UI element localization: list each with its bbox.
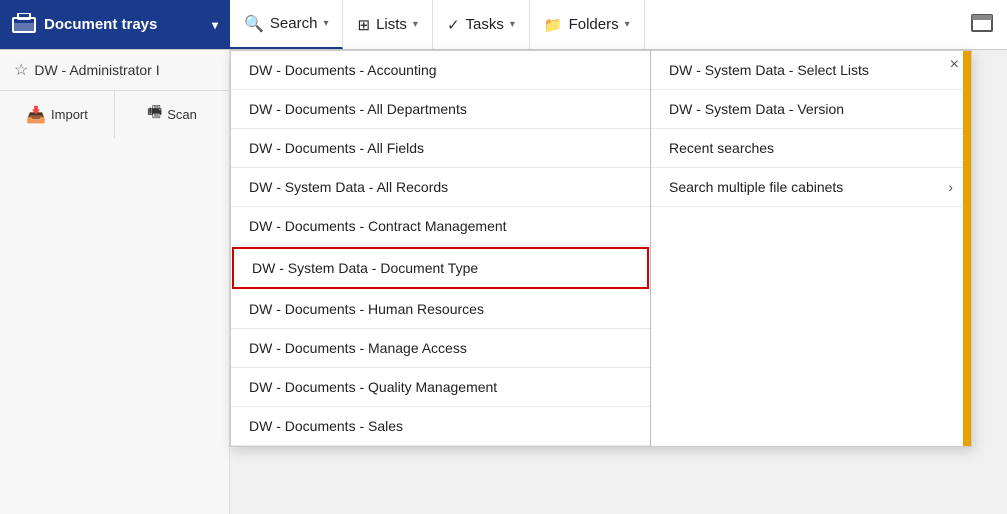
dropdown-item-quality-mgmt[interactable]: DW - Documents - Quality Management [231,368,650,407]
top-navigation: Document trays ▾ 🔍 Search ▾ ⊞ Lists ▾ ✓ … [0,0,1007,50]
tasks-chevron-icon: ▾ [510,19,515,30]
document-trays-label: Document trays [44,16,157,33]
star-icon[interactable]: ☆ [14,60,28,80]
dropdown-item-contract-mgmt[interactable]: DW - Documents - Contract Management [231,207,650,246]
import-icon: 📥 [26,105,46,125]
dropdown-item-all-fields[interactable]: DW - Documents - All Fields [231,129,650,168]
scan-button[interactable]: 🖷 Scan [115,91,229,138]
folders-label: Folders [569,16,619,33]
search-icon: 🔍 [244,14,264,34]
dropdown-item-sales[interactable]: DW - Documents - Sales [231,407,650,446]
dropdown-item-accounting[interactable]: DW - Documents - Accounting [231,51,650,90]
sidebar: ☆ DW - Administrator I 📥 Import 🖷 Scan [0,50,230,514]
lists-icon: ⊞ [357,16,370,34]
lists-label: Lists [376,16,407,33]
dropdown-item-version[interactable]: DW - System Data - Version [651,90,971,129]
search-chevron-icon: ▾ [323,18,328,29]
inbox-icon [12,13,36,37]
window-icon [971,14,993,36]
dropdown-item-all-departments[interactable]: DW - Documents - All Departments [231,90,650,129]
folders-icon: 📁 [544,16,563,34]
import-button[interactable]: 📥 Import [0,91,115,138]
search-dropdown: DW - Documents - Accounting DW - Documen… [230,50,972,447]
document-trays-panel[interactable]: Document trays ▾ [0,0,230,49]
search-label: Search [270,15,318,32]
import-label: Import [51,107,88,122]
lists-chevron-icon: ▾ [413,19,418,30]
nav-item-folders[interactable]: 📁 Folders ▾ [530,0,645,49]
dropdown-item-multiple-cabinets[interactable]: Search multiple file cabinets › [651,168,971,207]
chevron-down-icon: ▾ [212,18,218,32]
nav-item-window[interactable] [957,0,1007,49]
dropdown-item-system-doc-type[interactable]: DW - System Data - Document Type [232,247,649,289]
dropdown-item-select-lists[interactable]: DW - System Data - Select Lists [651,51,971,90]
dropdown-item-system-all-records[interactable]: DW - System Data - All Records [231,168,650,207]
dropdown-item-manage-access[interactable]: DW - Documents - Manage Access [231,329,650,368]
tasks-icon: ✓ [447,16,460,34]
close-button[interactable]: × [950,57,959,73]
folders-chevron-icon: ▾ [625,19,630,30]
dropdown-item-human-resources[interactable]: DW - Documents - Human Resources [231,290,650,329]
scan-label: Scan [167,107,197,122]
nav-item-search[interactable]: 🔍 Search ▾ [230,0,343,49]
nav-item-lists[interactable]: ⊞ Lists ▾ [343,0,432,49]
arrow-right-icon: › [948,179,953,195]
sidebar-title-row: ☆ DW - Administrator I [0,50,229,90]
scan-icon: 🖷 [147,101,162,128]
dropdown-left-column: DW - Documents - Accounting DW - Documen… [231,51,651,446]
dropdown-item-recent-searches[interactable]: Recent searches [651,129,971,168]
nav-item-tasks[interactable]: ✓ Tasks ▾ [433,0,530,49]
tasks-label: Tasks [466,16,504,33]
sidebar-user-label: DW - Administrator I [34,62,159,78]
dropdown-right-column: × DW - System Data - Select Lists DW - S… [651,51,971,446]
sidebar-actions: 📥 Import 🖷 Scan [0,90,229,138]
